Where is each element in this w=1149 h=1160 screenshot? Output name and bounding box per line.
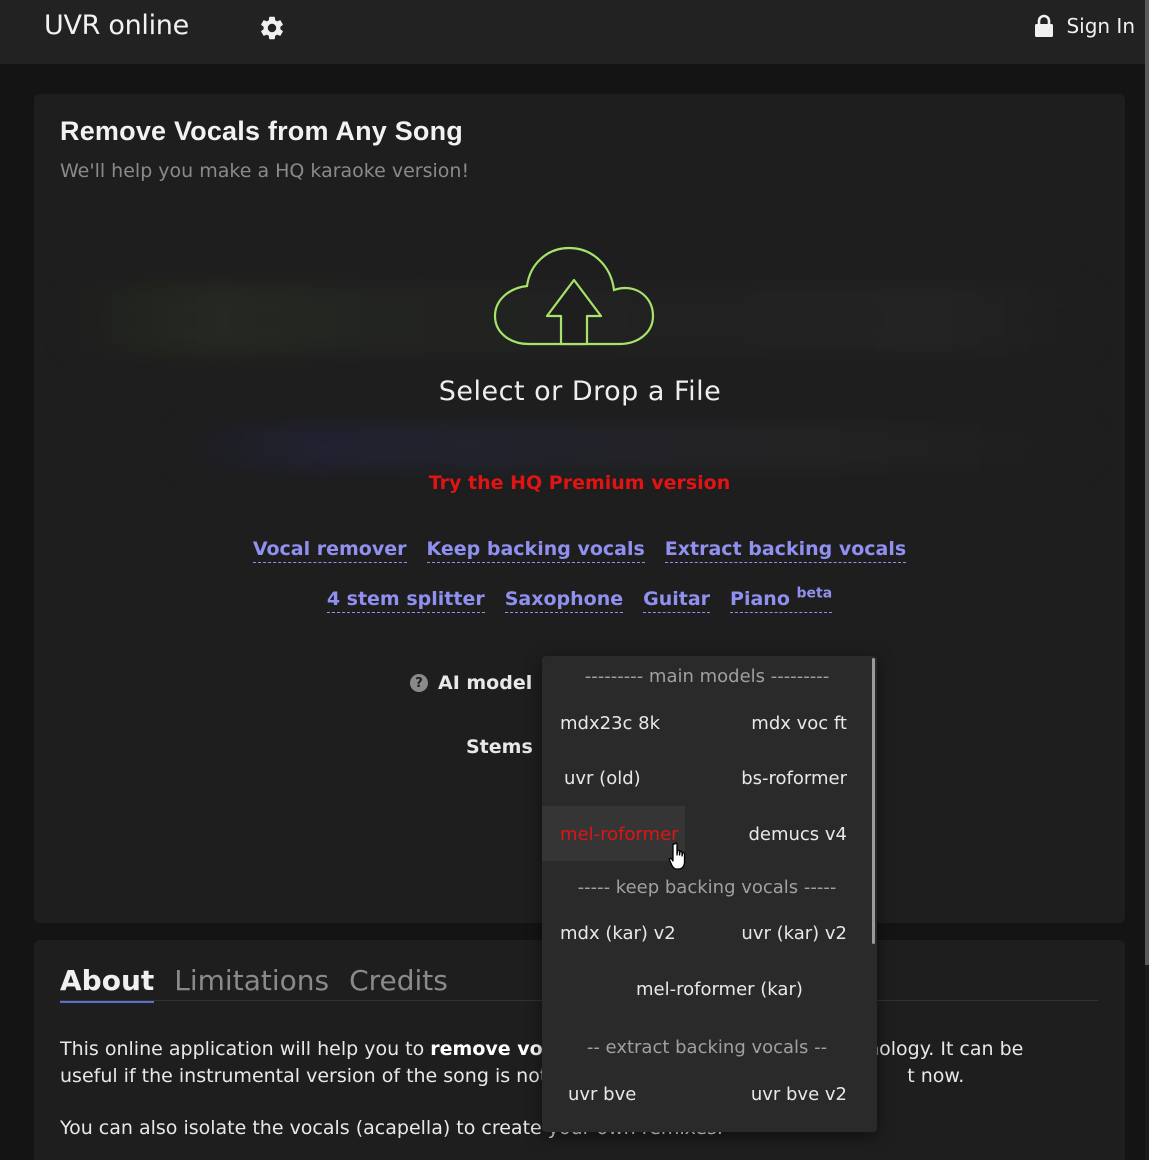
- gear-icon[interactable]: [258, 14, 286, 42]
- ai-model-dropdown[interactable]: --------- main models --------- mdx23c 8…: [542, 656, 877, 1132]
- cloud-upload-icon: [493, 246, 655, 346]
- option-mdx-voc-ft[interactable]: mdx voc ft: [751, 713, 847, 734]
- group-extract-backing-vocals: -- extract backing vocals --: [586, 1037, 828, 1058]
- option-demucs-v4[interactable]: demucs v4: [748, 824, 847, 845]
- mode-saxophone[interactable]: Saxophone: [504, 588, 624, 613]
- option-mel-roformer[interactable]: mel-roformer: [560, 824, 679, 845]
- about-text: useful if the instrumental version of th…: [60, 1065, 577, 1087]
- help-icon[interactable]: ?: [410, 674, 428, 692]
- option-uvr-bve[interactable]: uvr bve: [568, 1084, 636, 1105]
- stems-label: Stems: [466, 736, 533, 758]
- mode-links-row: 4 stem splitter Saxophone Guitar Piano b…: [34, 585, 1125, 613]
- info-tabs: About Limitations Credits: [60, 964, 448, 1003]
- mode-vocal-remover[interactable]: Vocal remover: [252, 538, 407, 563]
- page-title: Remove Vocals from Any Song: [60, 116, 463, 146]
- mode-piano[interactable]: Piano beta: [730, 585, 833, 613]
- brand-logo[interactable]: UVR online: [44, 10, 189, 41]
- page-subtitle: We'll help you make a HQ karaoke version…: [60, 160, 470, 182]
- mode-guitar[interactable]: Guitar: [643, 588, 711, 613]
- option-mdx23c[interactable]: mdx23c 8k: [560, 713, 660, 734]
- tab-about[interactable]: About: [60, 964, 155, 1003]
- group-keep-backing-vocals: ----- keep backing vocals -----: [577, 877, 837, 898]
- option-uvr-old[interactable]: uvr (old): [564, 768, 641, 789]
- about-text: t now.: [907, 1065, 965, 1087]
- about-text: This online application will help you to: [60, 1038, 431, 1060]
- group-main-models: --------- main models ---------: [584, 666, 830, 687]
- tab-limitations[interactable]: Limitations: [174, 964, 329, 1003]
- sign-in-label: Sign In: [1066, 14, 1135, 38]
- dropdown-scrollbar[interactable]: [872, 658, 875, 944]
- ai-model-label: ? AI model: [410, 672, 532, 694]
- premium-link[interactable]: Try the HQ Premium version: [34, 472, 1125, 494]
- mode-keep-backing-vocals[interactable]: Keep backing vocals: [426, 538, 645, 563]
- lock-icon: [1035, 14, 1054, 37]
- option-mel-roformer-kar[interactable]: mel-roformer (kar): [636, 979, 803, 1000]
- mode-piano-label: Piano: [730, 588, 790, 610]
- option-uvr-bve-v2[interactable]: uvr bve v2: [751, 1084, 847, 1105]
- page-scrollbar-thumb[interactable]: [1145, 0, 1149, 965]
- tab-credits[interactable]: Credits: [349, 964, 448, 1003]
- file-upload-dropzone[interactable]: Select or Drop a File: [424, 234, 744, 434]
- beta-badge: beta: [796, 585, 833, 602]
- page-scrollbar[interactable]: [1145, 0, 1149, 1160]
- ai-model-text: AI model: [438, 672, 533, 694]
- drop-file-label: Select or Drop a File: [438, 376, 722, 407]
- option-uvr-kar[interactable]: uvr (kar) v2: [741, 923, 847, 944]
- mode-4-stem-splitter[interactable]: 4 stem splitter: [326, 588, 485, 613]
- top-bar: UVR online Sign In: [0, 0, 1149, 64]
- mode-extract-backing-vocals[interactable]: Extract backing vocals: [664, 538, 907, 563]
- option-mdx-kar[interactable]: mdx (kar) v2: [560, 923, 676, 944]
- option-bs-roformer[interactable]: bs-roformer: [741, 768, 847, 789]
- mode-links-row: Vocal remover Keep backing vocals Extrac…: [34, 538, 1125, 563]
- sign-in-button[interactable]: Sign In: [1034, 14, 1135, 38]
